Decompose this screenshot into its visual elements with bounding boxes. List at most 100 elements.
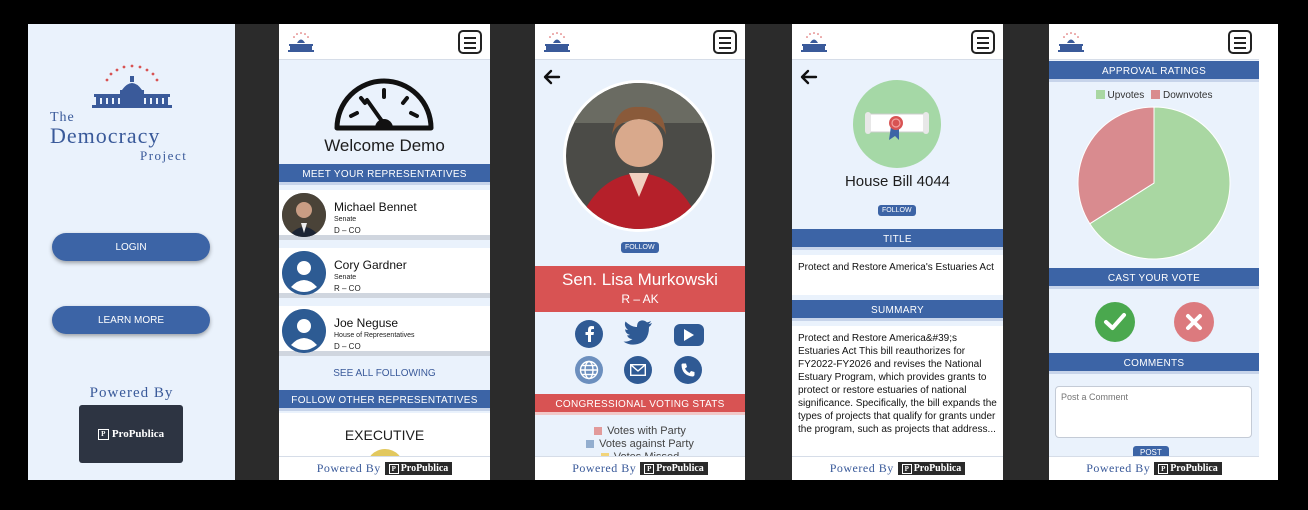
speedometer-icon bbox=[334, 78, 434, 131]
learn-more-button[interactable]: LEARN MORE bbox=[52, 306, 210, 334]
propublica-logo[interactable]: P ProPublica bbox=[79, 405, 183, 463]
senator-name: Sen. Lisa Murkowski bbox=[562, 270, 718, 289]
rep-card-neguse[interactable]: Joe Neguse House of Representatives D – … bbox=[279, 306, 490, 356]
propublica-badge[interactable]: P ProPublica bbox=[1154, 462, 1222, 475]
capitol-logo-icon[interactable] bbox=[285, 30, 317, 54]
propublica-badge[interactable]: P ProPublica bbox=[640, 462, 708, 475]
top-bar bbox=[279, 24, 490, 60]
executive-label: EXECUTIVE bbox=[344, 427, 425, 443]
senator-header: Sen. Lisa Murkowski R – AK bbox=[535, 266, 745, 312]
user-avatar-icon bbox=[282, 309, 326, 353]
footer-powered-by: Powered By P ProPublica bbox=[792, 456, 1003, 480]
footer-powered-label: Powered By bbox=[1086, 461, 1151, 475]
propublica-name: ProPublica bbox=[1170, 463, 1218, 474]
propublica-name: ProPublica bbox=[400, 463, 449, 474]
legend-swatch-up bbox=[1095, 90, 1105, 99]
approval-ratings-banner: APPROVAL RATINGS bbox=[1049, 61, 1259, 82]
cast-vote-banner: CAST YOUR VOTE bbox=[1049, 268, 1259, 289]
propublica-mark-icon: P bbox=[97, 428, 109, 440]
propublica-name: ProPublica bbox=[656, 463, 704, 474]
legend-votes-with-party: Votes with Party bbox=[535, 425, 745, 437]
title-banner: TITLE bbox=[792, 229, 1003, 250]
youtube-icon[interactable] bbox=[674, 324, 704, 346]
capitol-logo-icon[interactable] bbox=[798, 30, 830, 54]
rep-role: House of Representatives bbox=[334, 332, 415, 339]
follow-button[interactable]: FOLLOW bbox=[878, 205, 916, 216]
capitol-logo-icon[interactable] bbox=[541, 30, 573, 54]
senator-party: R – AK bbox=[621, 292, 659, 306]
phone-icon[interactable] bbox=[674, 356, 702, 384]
rep-card-gardner[interactable]: Cory Gardner Senate R – CO bbox=[279, 248, 490, 298]
bill-title: House Bill 4044 bbox=[844, 173, 951, 190]
rep-photo bbox=[282, 193, 326, 237]
brand-democracy: Democracy bbox=[50, 123, 161, 148]
home-screen: Welcome Demo MEET YOUR REPRESENTATIVES M… bbox=[279, 24, 490, 480]
top-bar bbox=[792, 24, 1003, 60]
rep-party: R – CO bbox=[334, 284, 361, 293]
screen-gap bbox=[1003, 24, 1049, 480]
capitol-logo-icon bbox=[92, 64, 172, 108]
propublica-mark-icon: P bbox=[644, 463, 655, 474]
footer-powered-by: Powered By P ProPublica bbox=[1049, 456, 1259, 480]
see-all-following-link[interactable]: SEE ALL FOLLOWING bbox=[279, 368, 490, 379]
legend-swatch bbox=[586, 440, 595, 449]
footer-powered-label: Powered By bbox=[316, 461, 381, 475]
top-bar bbox=[535, 24, 745, 60]
rep-name: Cory Gardner bbox=[334, 258, 407, 272]
login-screen: The Democracy Project LOGIN LEARN MORE P… bbox=[28, 24, 235, 480]
facebook-icon[interactable] bbox=[575, 320, 603, 348]
certificate-icon bbox=[865, 112, 929, 140]
legend-swatch-down bbox=[1151, 90, 1160, 99]
rep-role: Senate bbox=[334, 216, 357, 223]
bill-title-text: Protect and Restore America's Estuaries … bbox=[792, 255, 1003, 295]
bill-screen: House Bill 4044 FOLLOW TITLE Protect and… bbox=[792, 24, 1003, 480]
right-edge-strip bbox=[1259, 24, 1278, 480]
propublica-mark-icon: P bbox=[388, 463, 399, 474]
comment-input[interactable] bbox=[1055, 386, 1252, 438]
downvote-x-icon[interactable] bbox=[1174, 302, 1214, 342]
brand-project: Project bbox=[140, 148, 188, 163]
hamburger-menu-icon[interactable] bbox=[1228, 30, 1252, 54]
follow-other-banner: FOLLOW OTHER REPRESENTATIVES bbox=[279, 390, 490, 411]
legend-upvotes: Upvotes bbox=[1107, 90, 1145, 101]
comments-banner: COMMENTS bbox=[1049, 353, 1259, 374]
back-arrow-icon[interactable] bbox=[543, 68, 561, 86]
footer-powered-by: Powered By P ProPublica bbox=[279, 456, 490, 480]
hamburger-menu-icon[interactable] bbox=[713, 30, 737, 54]
login-button[interactable]: LOGIN bbox=[52, 233, 210, 261]
email-icon[interactable] bbox=[624, 356, 652, 384]
back-arrow-icon[interactable] bbox=[800, 68, 818, 86]
hamburger-menu-icon[interactable] bbox=[971, 30, 995, 54]
approval-screen: APPROVAL RATINGS Upvotes Downvotes CAST … bbox=[1049, 24, 1278, 480]
rep-party: D – CO bbox=[334, 226, 361, 235]
rep-name: Michael Bennet bbox=[334, 200, 417, 214]
propublica-mark-icon: P bbox=[1158, 463, 1169, 474]
propublica-badge[interactable]: P ProPublica bbox=[897, 462, 966, 475]
propublica-mark-icon: P bbox=[901, 463, 912, 474]
rep-name: Joe Neguse bbox=[334, 316, 399, 330]
voting-stats-banner: CONGRESSIONAL VOTING STATS bbox=[535, 394, 745, 415]
hamburger-menu-icon[interactable] bbox=[458, 30, 482, 54]
footer-powered-label: Powered By bbox=[572, 461, 637, 475]
screenshot-collage: { "brand": { "the": "The", "main": "Demo… bbox=[0, 0, 1308, 510]
footer-powered-by: Powered By P ProPublica bbox=[535, 456, 745, 480]
legend-votes-against-party: Votes against Party bbox=[535, 438, 745, 450]
capitol-logo-icon[interactable] bbox=[1055, 30, 1087, 54]
bill-summary-text: Protect and Restore America&#39;s Estuar… bbox=[792, 326, 1003, 456]
approval-pie-chart bbox=[1077, 106, 1231, 260]
globe-icon[interactable] bbox=[575, 356, 603, 384]
rep-card-bennet[interactable]: Michael Bennet Senate D – CO bbox=[279, 190, 490, 240]
follow-button[interactable]: FOLLOW bbox=[621, 242, 659, 253]
senator-screen: FOLLOW Sen. Lisa Murkowski R – AK CONGRE… bbox=[535, 24, 745, 480]
rep-party: D – CO bbox=[334, 342, 361, 351]
twitter-icon[interactable] bbox=[623, 320, 653, 348]
propublica-name: ProPublica bbox=[913, 463, 962, 474]
legend-swatch bbox=[594, 427, 603, 436]
meet-representatives-banner: MEET YOUR REPRESENTATIVES bbox=[279, 164, 490, 185]
screen-gap bbox=[745, 24, 792, 480]
upvote-check-icon[interactable] bbox=[1095, 302, 1135, 342]
rep-role: Senate bbox=[334, 274, 357, 281]
summary-banner: SUMMARY bbox=[792, 300, 1003, 321]
propublica-name: ProPublica bbox=[111, 428, 165, 440]
propublica-badge[interactable]: P ProPublica bbox=[384, 462, 453, 475]
